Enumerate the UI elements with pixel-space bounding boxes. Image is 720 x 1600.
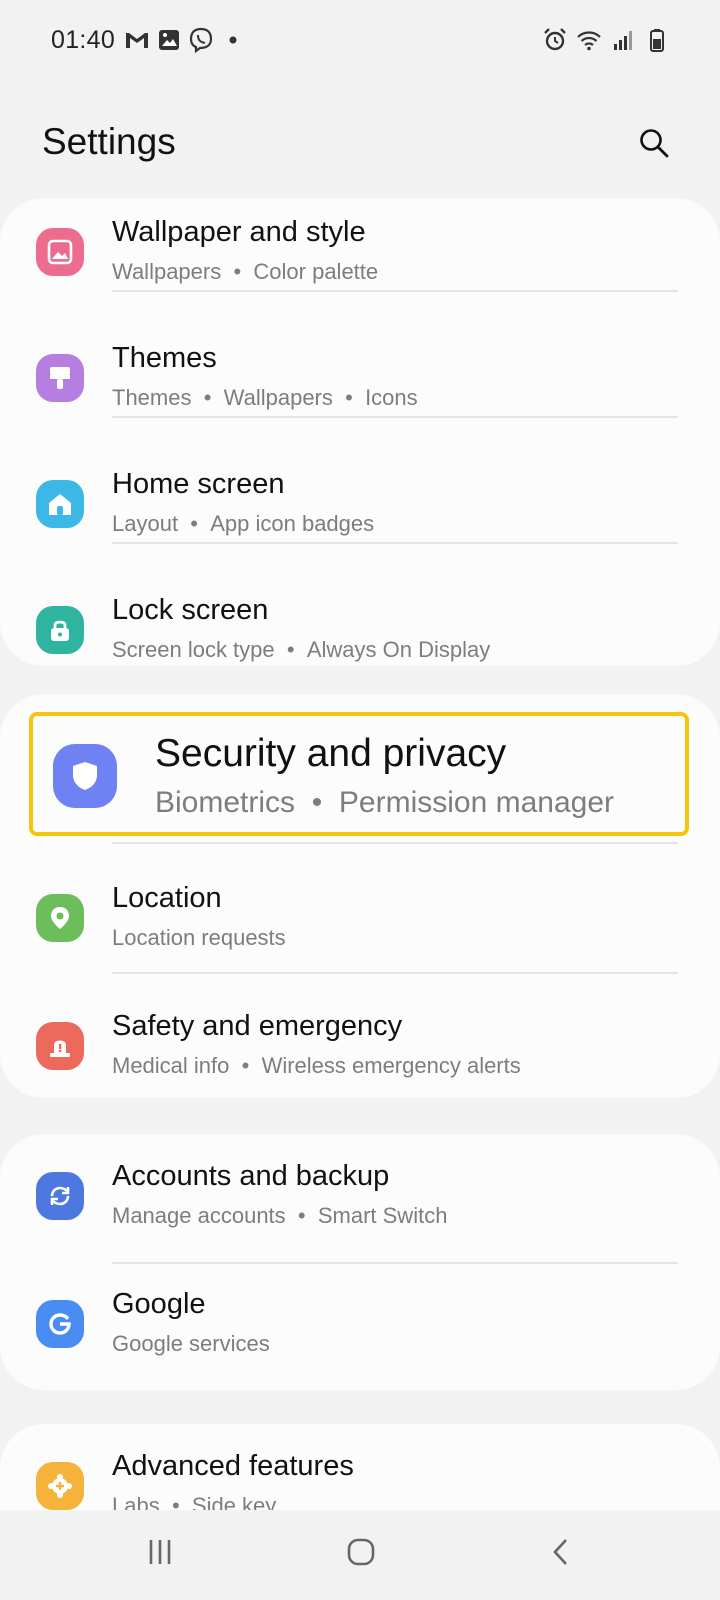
item-subtitle: Manage accounts • Smart Switch bbox=[112, 1203, 448, 1228]
battery-icon bbox=[650, 29, 664, 52]
divider bbox=[112, 290, 678, 292]
settings-item-lock-screen[interactable]: Lock screen Screen lock type • Always On… bbox=[0, 566, 720, 694]
item-subtitle: Wallpapers • Color palette bbox=[112, 259, 379, 284]
wifi-icon bbox=[577, 31, 601, 51]
settings-item-home-screen[interactable]: Home screen Layout • App icon badges bbox=[0, 440, 720, 568]
settings-item-location[interactable]: Location Location requests bbox=[0, 854, 720, 982]
settings-item-accounts-and-backup[interactable]: Accounts and backup Manage accounts • Sm… bbox=[0, 1132, 720, 1260]
item-subtitle: Location requests bbox=[112, 925, 286, 950]
settings-group-accounts: Accounts and backup Manage accounts • Sm… bbox=[0, 1134, 720, 1390]
settings-item-advanced-features[interactable]: Advanced features Labs • Side key bbox=[0, 1424, 720, 1514]
wallpaper-icon bbox=[36, 228, 84, 276]
status-bar: 01:40 bbox=[0, 0, 720, 84]
google-icon bbox=[36, 1300, 84, 1348]
item-subtitle: Google services bbox=[112, 1331, 270, 1356]
divider bbox=[112, 542, 678, 544]
item-title: Advanced features bbox=[112, 1450, 354, 1482]
settings-item-themes[interactable]: Themes Themes • Wallpapers • Icons bbox=[0, 314, 720, 442]
settings-item-security-and-privacy[interactable]: Security and privacy Biometrics • Permis… bbox=[29, 712, 689, 836]
item-subtitle: Layout • App icon badges bbox=[112, 511, 375, 536]
recent-apps-button[interactable] bbox=[130, 1530, 190, 1574]
recent-apps-icon bbox=[149, 1540, 171, 1564]
item-title: Themes bbox=[112, 342, 217, 374]
item-title: Wallpaper and style bbox=[112, 216, 366, 248]
settings-item-google[interactable]: Google Google services bbox=[0, 1260, 720, 1388]
item-title: Google bbox=[112, 1288, 206, 1320]
alarm-icon bbox=[544, 28, 566, 51]
signal-icon bbox=[614, 31, 632, 50]
item-subtitle: Biometrics • Permission manager bbox=[155, 786, 615, 819]
item-subtitle: Screen lock type • Always On Display bbox=[112, 637, 491, 662]
gallery-icon bbox=[159, 30, 179, 50]
emergency-alert-icon bbox=[36, 1022, 84, 1070]
item-title: Security and privacy bbox=[155, 732, 507, 775]
home-button[interactable] bbox=[331, 1530, 391, 1574]
more-notifications-dot-icon bbox=[229, 36, 237, 44]
viber-icon bbox=[189, 27, 213, 53]
divider bbox=[112, 842, 678, 844]
item-title: Accounts and backup bbox=[112, 1160, 390, 1192]
gear-plus-icon bbox=[36, 1462, 84, 1510]
item-title: Location bbox=[112, 882, 222, 914]
item-subtitle: Themes • Wallpapers • Icons bbox=[112, 385, 418, 410]
settings-item-wallpaper-and-style[interactable]: Wallpaper and style Wallpapers • Color p… bbox=[0, 188, 720, 316]
settings-group-display: Wallpaper and style Wallpapers • Color p… bbox=[0, 198, 720, 666]
divider bbox=[112, 416, 678, 418]
home-icon bbox=[36, 480, 84, 528]
system-status-icons bbox=[542, 27, 670, 53]
location-pin-icon bbox=[36, 894, 84, 942]
divider bbox=[112, 972, 678, 974]
notification-icons bbox=[124, 27, 246, 53]
navigation-bar bbox=[0, 1510, 720, 1600]
item-title: Lock screen bbox=[112, 594, 269, 626]
search-button[interactable] bbox=[634, 123, 674, 163]
shield-icon bbox=[53, 744, 117, 808]
status-time: 01:40 bbox=[51, 26, 116, 54]
back-button[interactable] bbox=[532, 1530, 592, 1574]
gmail-icon bbox=[126, 33, 148, 48]
paintbrush-icon bbox=[36, 354, 84, 402]
item-title: Safety and emergency bbox=[112, 1010, 403, 1042]
home-nav-icon bbox=[347, 1538, 375, 1566]
settings-group-advanced: Advanced features Labs • Side key bbox=[0, 1424, 720, 1514]
back-icon bbox=[553, 1539, 567, 1565]
item-subtitle: Medical info • Wireless emergency alerts bbox=[112, 1053, 521, 1078]
settings-item-safety-and-emergency[interactable]: Safety and emergency Medical info • Wire… bbox=[0, 982, 720, 1110]
lock-icon bbox=[36, 606, 84, 654]
sync-icon bbox=[36, 1172, 84, 1220]
item-title: Home screen bbox=[112, 468, 285, 500]
search-icon bbox=[640, 129, 669, 158]
page-title: Settings bbox=[42, 121, 176, 162]
